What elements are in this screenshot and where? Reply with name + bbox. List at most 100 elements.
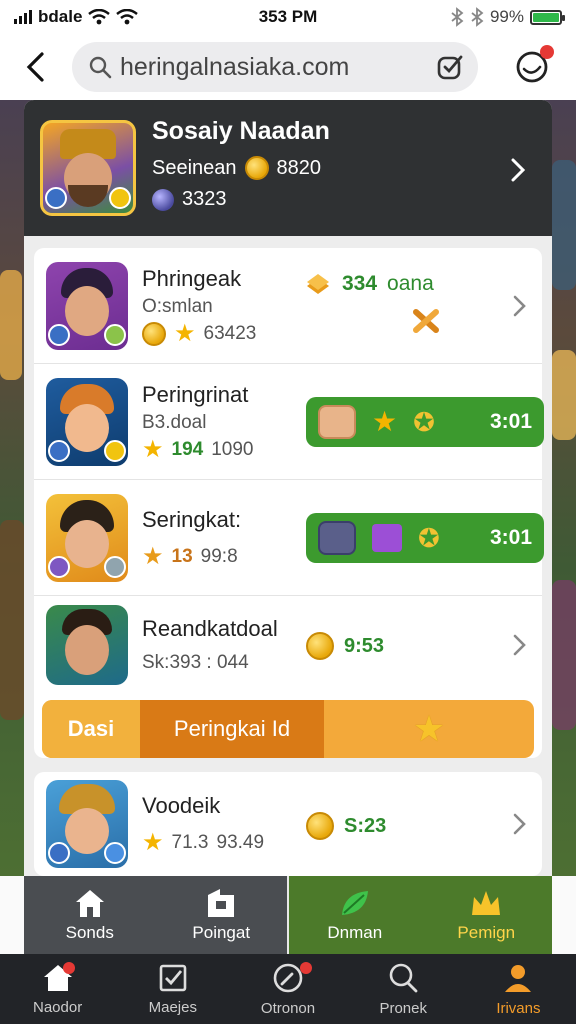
gold-bar-icon: [307, 274, 329, 294]
player-name: Voodeik: [142, 793, 221, 818]
carrier-label: bdale: [38, 7, 83, 26]
player-avatar: [46, 377, 128, 466]
player-avatar: [46, 261, 128, 350]
reward-value: S:23: [344, 814, 387, 837]
signal-icon: [14, 10, 32, 24]
back-button[interactable]: [18, 47, 52, 87]
star-icon: ★: [142, 829, 164, 856]
nav-sonds[interactable]: Sonds: [24, 876, 156, 954]
tab-naodor[interactable]: Naodor: [0, 954, 115, 1024]
player-stat: 99:8: [200, 545, 238, 567]
crown-star-icon: [472, 891, 501, 915]
player-name: Seringkat:: [142, 506, 242, 532]
player-name: Peringrinat: [142, 381, 249, 407]
gem-icon: [152, 188, 174, 211]
wifi-icon: [88, 9, 111, 25]
timer-value: 3:01: [489, 409, 532, 433]
player-stat: 93.49: [216, 832, 265, 853]
chevron-left-icon: [26, 52, 44, 82]
gem-chest-icon: [372, 523, 402, 552]
shop-icon: [208, 889, 235, 917]
user-icon: [505, 964, 532, 992]
leaderboard-panel: Sosaiy Naadan Seeinean 8820 3323 Phringe…: [24, 100, 552, 876]
coin-icon: [244, 156, 269, 180]
player-subtitle: Sk:393 : 044: [142, 652, 249, 673]
nav-poingat[interactable]: Poingat: [155, 876, 287, 954]
player-stat: 1090: [211, 438, 254, 460]
dasi-button[interactable]: Dasi: [42, 700, 140, 758]
list-item[interactable]: Voodeik ★ 71.3 93.49 S:23: [34, 772, 542, 876]
chevron-right-icon: [513, 295, 526, 316]
player-avatar: [46, 780, 128, 868]
ranking-list-secondary: Voodeik ★ 71.3 93.49 S:23: [34, 772, 542, 876]
favorite-button[interactable]: ★: [324, 700, 534, 758]
ranking-button[interactable]: Peringkai Id: [140, 700, 324, 758]
search-icon: [89, 56, 112, 79]
coin-icon: [306, 812, 334, 840]
player-subtitle: Seeinean: [152, 156, 237, 179]
leaf-icon: [341, 891, 368, 915]
timer-value: 3:01: [489, 525, 532, 549]
gem-count: 3323: [182, 188, 227, 210]
star-badge-icon: ✪: [413, 406, 435, 437]
list-item[interactable]: Seringkat: ★ 13 99:8 ✪ 3:01: [34, 480, 544, 596]
player-name: Phringeak: [142, 265, 242, 291]
nav-label: Dnman: [327, 923, 383, 942]
url-text: heringalnasiaka.com: [120, 52, 350, 81]
player-avatar: [46, 493, 128, 582]
reward-pill[interactable]: ★ ✪ 3:01: [306, 396, 544, 447]
player-avatar: [46, 605, 128, 685]
tab-label: Pronek: [379, 999, 427, 1017]
account-button[interactable]: [512, 45, 554, 87]
pet-icon: [318, 404, 356, 439]
player-name: Sosaiy Naadan: [152, 117, 330, 145]
star-badge-icon: ✪: [418, 522, 440, 553]
star-icon: ★: [142, 542, 164, 570]
battery-percent: 99%: [489, 7, 524, 26]
status-time: 353 PM: [258, 7, 318, 26]
tab-label: Otronon: [260, 999, 316, 1017]
tab-pronek[interactable]: Pronek: [346, 954, 461, 1024]
ranking-list: Phringeak O:smlan ★ 63423 334 oana Perin…: [34, 248, 544, 758]
coin-count: 8820: [276, 156, 322, 179]
tab-irivans[interactable]: Irivans: [461, 954, 576, 1024]
bluetooth-icon: [451, 7, 464, 27]
notification-badge: [540, 45, 554, 59]
coin-icon: [306, 632, 334, 660]
player-stat: 71.3: [171, 832, 209, 853]
action-bar[interactable]: Dasi Peringkai Id ★: [42, 700, 534, 758]
list-item[interactable]: Phringeak O:smlan ★ 63423 334 oana: [34, 248, 542, 364]
edit-icon[interactable]: [436, 53, 464, 81]
star-icon: ★: [174, 319, 196, 347]
list-item[interactable]: Peringrinat B3.doal ★ 194 1090 ★ ✪ 3:01: [34, 364, 544, 480]
nav-dnman[interactable]: Dnman: [289, 876, 421, 954]
bottom-tab-bar: Naodor Maejes Otronon Pronek Irivans: [0, 954, 576, 1024]
reward-value: 9:53: [344, 634, 385, 657]
nav-label: Poingat: [192, 923, 251, 942]
tab-maejes[interactable]: Maejes: [115, 954, 230, 1024]
battery-icon: [530, 9, 565, 25]
address-bar[interactable]: heringalnasiaka.com: [72, 42, 478, 92]
player-subtitle: O:smlan: [142, 295, 213, 317]
profile-header[interactable]: Sosaiy Naadan Seeinean 8820 3323: [24, 100, 552, 236]
notification-badge: [299, 962, 312, 974]
wifi-icon: [116, 9, 139, 25]
star-icon: ★: [372, 405, 398, 437]
tab-otronon[interactable]: Otronon: [230, 954, 345, 1024]
pet-icon: [318, 520, 356, 555]
star-icon: ★: [142, 435, 164, 463]
coin-icon: [142, 321, 166, 346]
list-item[interactable]: Reandkatdoal Sk:393 : 044 9:53: [34, 596, 542, 694]
nav-label: Sonds: [65, 923, 114, 942]
crossed-tools-icon: [413, 309, 439, 333]
nav-pemign[interactable]: Pemign: [420, 876, 552, 954]
reward-value: 334: [342, 272, 378, 295]
bluetooth-icon: [471, 7, 484, 27]
reward-pill[interactable]: ✪ 3:01: [306, 512, 544, 563]
player-name: Reandkatdoal: [142, 616, 278, 641]
player-stat: 13: [171, 545, 193, 567]
status-bar: bdale 353 PM 99%: [0, 0, 576, 34]
checkbox-icon: [159, 964, 187, 991]
star-icon: ★: [412, 708, 446, 749]
game-nav: Sonds Poingat Dnman Pemign: [24, 876, 552, 954]
